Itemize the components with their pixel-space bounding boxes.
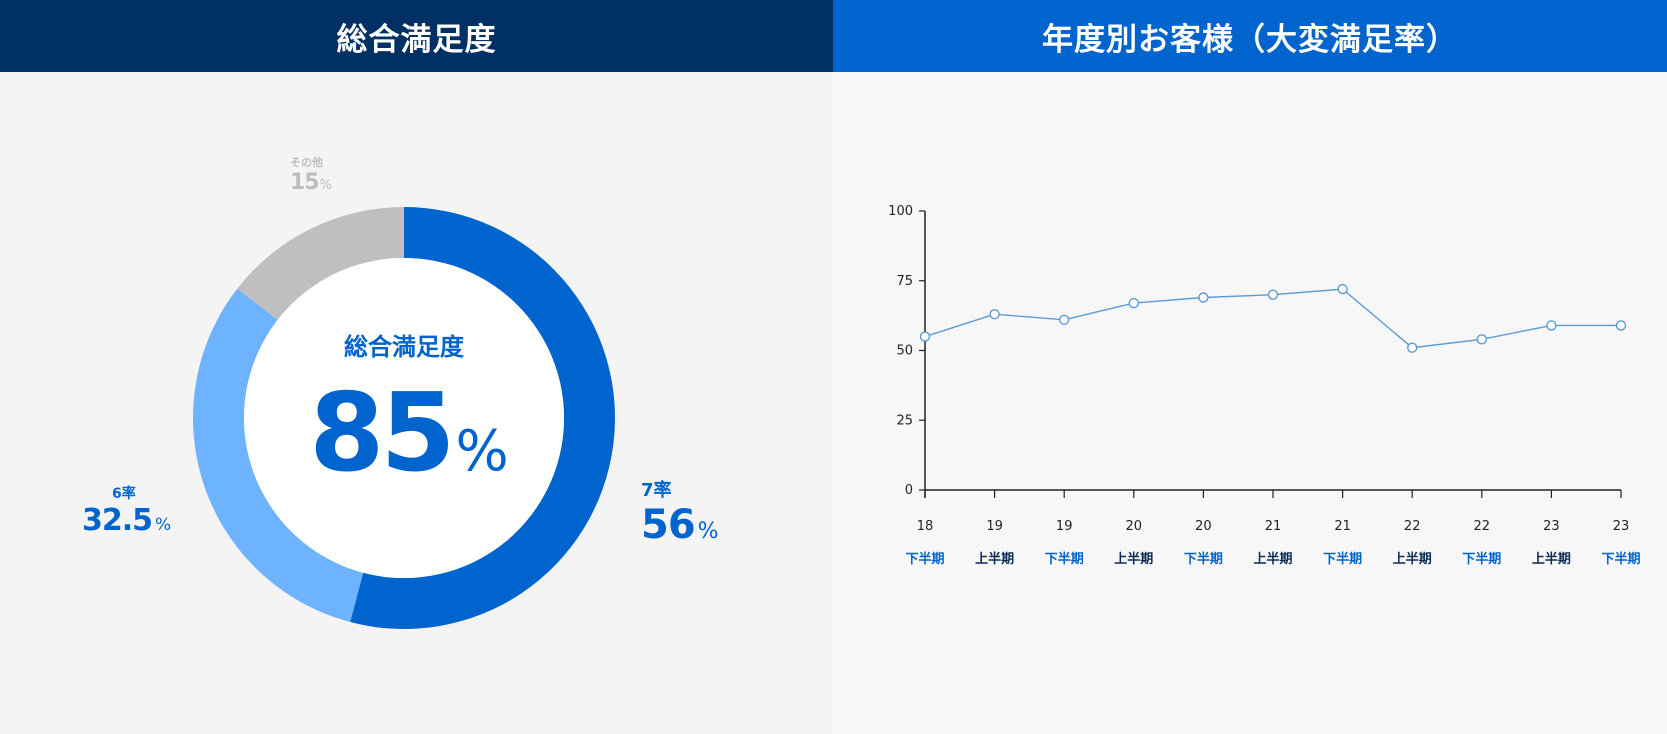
slice-label-value: 15 [290,170,320,195]
x-tick-half: 下半期 [1045,551,1084,567]
donut-center-title: 総合満足度 [344,333,464,361]
slice-label-unit: % [155,515,172,535]
x-tick-half: 下半期 [905,551,944,567]
x-tick-year: 19 [1056,519,1073,534]
donut-center-number: 85 [309,371,455,496]
slice-label-name: 6率 [112,486,136,502]
x-tick-half: 下半期 [1601,551,1640,567]
x-tick-half: 上半期 [1114,551,1153,567]
data-point [1337,283,1348,295]
y-tick-label: 25 [896,413,913,428]
slice-label-six: 6率 32.5% [82,483,171,538]
slice-label-seven: 7率 56% [641,476,719,548]
x-tick-year: 20 [1126,519,1143,534]
slice-label-value: 56 [641,502,696,548]
data-point [919,331,931,342]
x-tick-year: 23 [1613,519,1630,534]
dashboard: 総合満足度 総合満足度 85% その他 15% 6率 32.5% 7率 56% … [0,0,1667,734]
data-point [1058,314,1070,326]
yearly-satisfaction-panel: 年度別お客様（大変満足率） 0 25 50 75 100 18 下半期 19 上半期 19 下半期 2… [833,0,1667,734]
data-point [1267,289,1279,300]
donut-center-value: 85% [304,380,514,488]
x-tick-half: 下半期 [1462,551,1501,567]
y-tick-label: 0 [905,483,913,498]
donut-center-unit: % [455,419,509,484]
x-tick-year: 22 [1474,519,1491,534]
x-tick-year: 18 [917,519,934,534]
data-point [1407,342,1418,353]
panel-title: 年度別お客様（大変満足率） [833,0,1667,72]
x-tick-year: 19 [986,519,1003,534]
x-tick-year: 20 [1195,519,1212,534]
x-tick-year: 23 [1543,519,1560,534]
slice-label-name: その他 [290,156,323,169]
x-tick-half: 下半期 [1184,551,1223,567]
x-tick-half: 下半期 [1323,551,1362,567]
panel-title: 総合満足度 [0,0,833,72]
data-point [1615,320,1627,331]
data-point [1198,292,1209,303]
line-chart: 0 25 50 75 100 18 下半期 19 上半期 19 下半期 20 上半期 20 下半期 21 上半期… [888,204,1640,567]
slice-label-other: その他 15% [290,154,332,195]
data-point [1476,334,1487,345]
slice-label-value: 32.5 [82,503,153,538]
x-tick-year: 21 [1265,519,1282,534]
slice-label-unit: % [697,519,719,544]
x-tick-half: 上半期 [1253,551,1292,567]
x-tick-year: 21 [1334,519,1351,534]
data-point [989,309,1000,320]
x-tick-half: 上半期 [1532,551,1571,567]
x-tick-half: 上半期 [975,551,1014,567]
y-tick-label: 75 [896,274,913,289]
x-tick-half: 上半期 [1393,551,1432,567]
slice-label-unit: % [319,178,332,193]
y-tick-label: 100 [888,204,913,219]
data-point [1546,320,1557,331]
x-tick-year: 22 [1404,519,1421,534]
slice-label-name: 7率 [641,480,672,501]
data-point [1128,297,1139,309]
y-tick-label: 50 [896,344,913,359]
overall-satisfaction-panel: 総合満足度 総合満足度 85% その他 15% 6率 32.5% 7率 56% [0,0,833,734]
